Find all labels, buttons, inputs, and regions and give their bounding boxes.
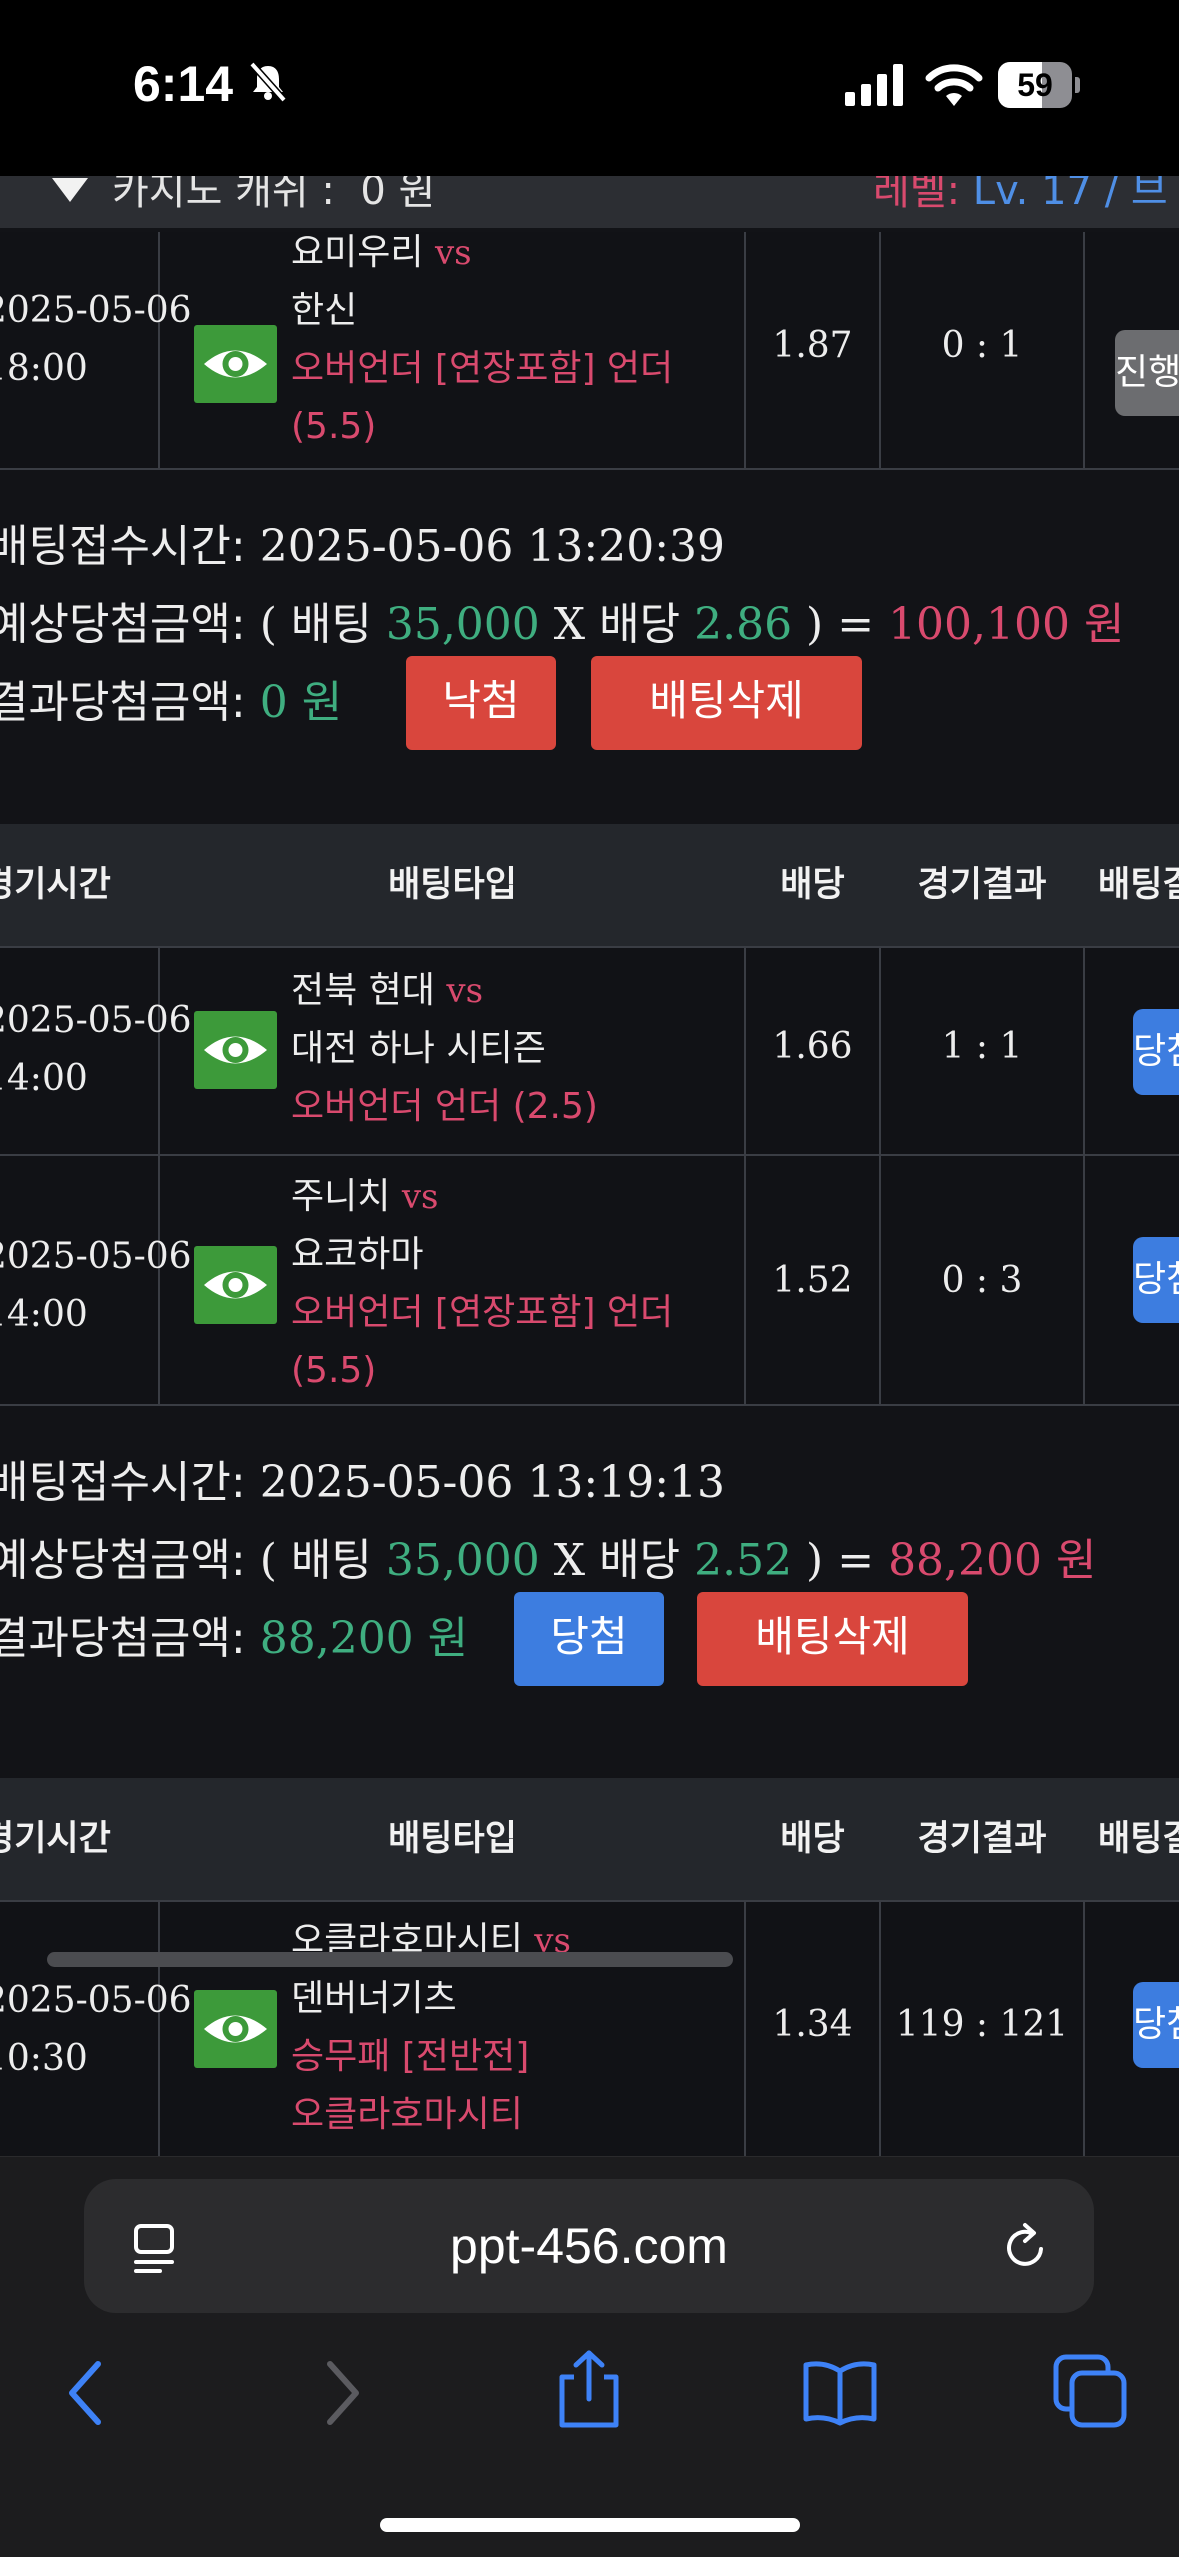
result-payout: 결과당첨금액: 88,200 원 [0, 1613, 469, 1664]
casino-cash-bar: 카지노 캐쉬 : 0 원 레벨: Lv. 17 / 브 [0, 176, 1179, 228]
game-result: 0 : 3 [941, 1260, 1023, 1301]
table-row: 2025-05-06 18:00 요미우리 vs 한신 오버언더 [연장포함] … [0, 232, 1179, 470]
odds-value: 1.34 [772, 2004, 853, 2045]
column-header-time: 경기시간 [0, 865, 111, 905]
cellular-signal-icon [845, 64, 903, 106]
lost-button[interactable]: 낙첨 [406, 656, 556, 750]
status-bar: 6:14 59 [0, 0, 1179, 176]
match-info: 전북 현대 vs 대전 하나 시티즌 오버언더 언더 (2.5) [291, 970, 598, 1127]
eye-icon[interactable] [194, 1011, 277, 1089]
result-payout: 결과당첨금액: 0 원 [0, 677, 343, 728]
home-indicator[interactable] [380, 2518, 800, 2532]
status-time: 6:14 [133, 56, 234, 112]
status-badge-won: 당첨 [1133, 1009, 1179, 1095]
page-viewport[interactable]: 2025-05-06 18:00 요미우리 vs 한신 오버언더 [연장포함] … [0, 176, 1179, 2156]
delete-bet-button[interactable]: 배팅삭제 [697, 1592, 968, 1686]
column-header-result: 경기결과 [917, 1819, 1047, 1859]
column-header-bet-type: 배팅타입 [388, 1819, 517, 1859]
delete-bet-button[interactable]: 배팅삭제 [591, 656, 862, 750]
status-badge-won: 당첨 [1133, 1237, 1179, 1323]
status-badge-won: 당첨 [1133, 1982, 1179, 2068]
match-info: 요미우리 vs 한신 오버언더 [연장포함] 언더 (5.5) [291, 232, 674, 447]
bet-time: 배팅접수시간: 2025-05-06 13:20:39 [0, 521, 726, 572]
game-time: 2025-05-06 14:00 [0, 1000, 192, 1099]
bell-muted-icon [249, 61, 287, 103]
url-text[interactable]: ppt-456.com [84, 2179, 1094, 2313]
game-time: 2025-05-06 18:00 [0, 290, 192, 389]
battery-percent: 59 [1017, 67, 1053, 103]
horizontal-scrollbar[interactable] [47, 1952, 733, 1967]
match-info: 주니치 vs 요코하마 오버언더 [연장포함] 언더 (5.5) [291, 1176, 674, 1391]
column-header-odds: 배당 [780, 865, 845, 905]
game-result: 119 : 121 [895, 2004, 1069, 2045]
column-header-result: 경기결과 [917, 865, 1047, 905]
odds-value: 1.87 [772, 325, 853, 366]
eye-icon[interactable] [194, 1990, 277, 2068]
bookmarks-icon[interactable] [800, 2357, 880, 2427]
table-row: 2025-05-06 10:30 오클라호마시티 vs 덴버너기츠 승무패 [전… [0, 1902, 1179, 2156]
forward-icon[interactable] [320, 2358, 364, 2428]
odds-value: 1.66 [772, 1026, 853, 1067]
column-header-bet-type: 배팅타입 [388, 865, 517, 905]
column-header-odds: 배당 [780, 1819, 845, 1859]
odds-value: 1.52 [772, 1260, 853, 1301]
wifi-icon [925, 64, 983, 106]
game-time: 2025-05-06 10:30 [0, 1980, 192, 2079]
bet-time: 배팅접수시간: 2025-05-06 13:19:13 [0, 1457, 726, 1508]
game-result: 1 : 1 [941, 1026, 1023, 1067]
table-header: 경기시간 배팅타입 배당 경기결과 배팅결 [0, 824, 1179, 948]
game-result: 0 : 1 [941, 325, 1023, 366]
address-bar[interactable]: ppt-456.com [84, 2179, 1094, 2313]
column-header-time: 경기시간 [0, 1819, 111, 1859]
eye-icon[interactable] [194, 1246, 277, 1324]
expected-payout: 예상당첨금액: ( 배팅 35,000 X 배당 2.86 ) = 100,10… [0, 599, 1125, 650]
browser-toolbar: ppt-456.com [0, 2156, 1179, 2557]
tabs-icon[interactable] [1052, 2353, 1128, 2429]
match-info: 오클라호마시티 vs 덴버너기츠 승무패 [전반전] 오클라호마시티 [291, 1920, 571, 2135]
table-row: 2025-05-06 14:00 전북 현대 vs 대전 하나 시티즌 오버언더… [0, 948, 1179, 1156]
eye-icon[interactable] [194, 325, 277, 403]
won-button[interactable]: 당첨 [514, 1592, 664, 1686]
table-header: 경기시간 배팅타입 배당 경기결과 배팅결 [0, 1778, 1179, 1902]
status-badge-in-progress: 진행 [1115, 330, 1179, 416]
caret-down-icon[interactable] [52, 178, 88, 202]
game-time: 2025-05-06 14:00 [0, 1236, 192, 1335]
battery-indicator: 59 [998, 62, 1080, 108]
casino-cash: 카지노 캐쉬 : 0 원 [112, 176, 436, 214]
reload-icon[interactable] [1001, 2221, 1051, 2273]
column-header-bet-result: 배팅결 [1098, 1819, 1179, 1859]
expected-payout: 예상당첨금액: ( 배팅 35,000 X 배당 2.52 ) = 88,200… [0, 1535, 1097, 1586]
back-icon[interactable] [64, 2358, 108, 2428]
table-row: 2025-05-06 14:00 주니치 vs 요코하마 오버언더 [연장포함]… [0, 1156, 1179, 1406]
column-header-bet-result: 배팅결 [1098, 865, 1179, 905]
share-icon[interactable] [554, 2347, 624, 2431]
user-level: 레벨: Lv. 17 / 브 [873, 176, 1168, 214]
